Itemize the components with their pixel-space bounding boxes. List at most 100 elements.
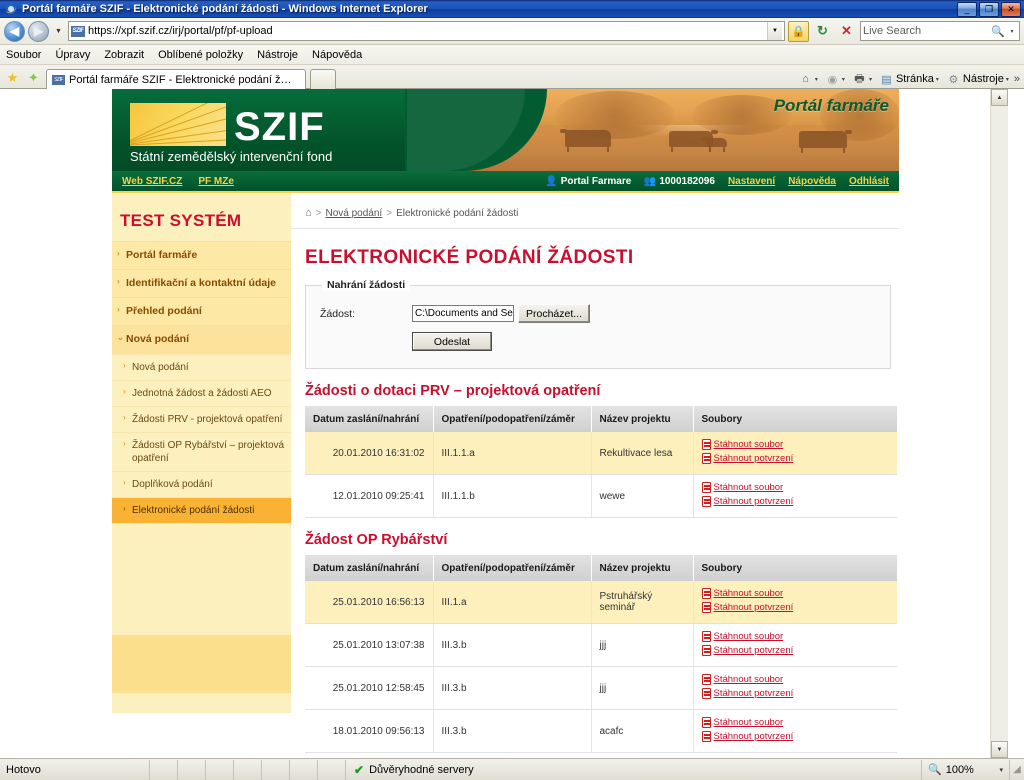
download-confirmation-link-wrap[interactable]: Stáhnout potvrzení	[701, 602, 794, 613]
page-menu-button[interactable]: ▤ Stránka ▾	[877, 72, 941, 86]
menu-item-upravy[interactable]: Úpravy	[55, 49, 90, 61]
download-file-link[interactable]: Stáhnout soubor	[714, 674, 784, 685]
breadcrumb-separator: >	[315, 207, 322, 219]
sidebar-subitem-elektronicke-podani-zadosti[interactable]: › Elektronické podání žádosti	[112, 496, 291, 523]
nav-link-web-szif[interactable]: Web SZIF.CZ	[122, 176, 182, 187]
cell-soubory: Stáhnout soubor Stáhnout potvrzení	[693, 666, 897, 710]
download-file-link-wrap[interactable]: Stáhnout soubor	[701, 439, 784, 450]
tools-menu-button[interactable]: ⚙ Nástroje ▾	[944, 72, 1011, 86]
security-zone[interactable]: ✔ Důvěryhodné servery	[346, 759, 922, 780]
download-confirmation-link[interactable]: Stáhnout potvrzení	[714, 731, 794, 742]
close-button[interactable]: ✕	[1001, 1, 1021, 17]
submit-button[interactable]: Odeslat	[412, 332, 492, 351]
scrollbar-track[interactable]	[991, 106, 1008, 741]
sidebar-subitem-nova-podani[interactable]: › Nová podání	[112, 353, 291, 380]
home-button[interactable]: ⌂ ▾	[796, 72, 820, 86]
resize-grip-icon[interactable]: ◢	[1010, 764, 1024, 775]
feeds-button[interactable]: ◉ ▾	[823, 72, 847, 86]
download-confirmation-link[interactable]: Stáhnout potvrzení	[714, 602, 794, 613]
menu-item-zobrazit[interactable]: Zobrazit	[104, 49, 144, 61]
download-confirmation-link-wrap[interactable]: Stáhnout potvrzení	[701, 496, 794, 507]
menu-item-nastroje[interactable]: Nástroje	[257, 49, 298, 61]
download-file-link[interactable]: Stáhnout soubor	[714, 482, 784, 493]
forward-button[interactable]: ▶	[28, 20, 49, 42]
pdf-icon	[701, 688, 711, 699]
download-confirmation-link-wrap[interactable]: Stáhnout potvrzení	[701, 645, 794, 656]
sidebar-item-portal-farmare[interactable]: › Portál farmáře	[112, 241, 291, 270]
sidebar-item-prehled-podani[interactable]: › Přehled podání	[112, 297, 291, 326]
print-caret-icon[interactable]: ▾	[869, 76, 872, 83]
sidebar-subitem-zadosti-prv[interactable]: › Žádosti PRV - projektová opatření	[112, 405, 291, 432]
address-dropdown-icon[interactable]: ▼	[767, 22, 782, 40]
file-path-input[interactable]: C:\Documents and Settin	[412, 305, 514, 322]
download-file-link-wrap[interactable]: Stáhnout soubor	[701, 717, 784, 728]
download-file-link[interactable]: Stáhnout soubor	[714, 631, 784, 642]
menu-item-oblibene-polozky[interactable]: Oblíbené položky	[158, 49, 243, 61]
print-button[interactable]: 🖶 ▾	[850, 72, 874, 86]
download-file-link[interactable]: Stáhnout soubor	[714, 588, 784, 599]
sidebar-item-identifikacni-udaje[interactable]: › Identifikační a kontaktní údaje	[112, 269, 291, 298]
search-go-icon[interactable]: 🔍	[989, 25, 1007, 38]
back-button[interactable]: ◀	[4, 20, 25, 42]
download-file-link-wrap[interactable]: Stáhnout soubor	[701, 588, 784, 599]
new-tab-button[interactable]	[310, 69, 336, 89]
history-dropdown-icon[interactable]: ▼	[52, 21, 65, 41]
download-confirmation-link-wrap[interactable]: Stáhnout potvrzení	[701, 731, 794, 742]
menu-item-soubor[interactable]: Soubor	[6, 49, 41, 61]
search-provider-caret-icon[interactable]: ▾	[1007, 28, 1017, 35]
download-confirmation-link[interactable]: Stáhnout potvrzení	[714, 453, 794, 464]
feeds-caret-icon[interactable]: ▾	[842, 76, 845, 83]
breadcrumb: ⌂ > Nová podání > Elektronické podání žá…	[291, 193, 899, 229]
add-favorite-icon[interactable]: ★	[4, 68, 21, 88]
download-file-link-wrap[interactable]: Stáhnout soubor	[701, 482, 784, 493]
nav-link-nastaveni[interactable]: Nastavení	[728, 176, 775, 187]
download-file-link-wrap[interactable]: Stáhnout soubor	[701, 674, 784, 685]
download-confirmation-link[interactable]: Stáhnout potvrzení	[714, 645, 794, 656]
page-scrollbar[interactable]: ▲ ▼	[990, 89, 1008, 758]
search-box[interactable]: Live Search 🔍 ▾	[860, 21, 1020, 41]
home-icon: ⌂	[802, 73, 809, 85]
home-icon[interactable]: ⌂	[305, 207, 312, 219]
browser-tab-active[interactable]: SZIF Portál farmáře SZIF - Elektronické …	[46, 69, 306, 89]
nav-link-napoveda[interactable]: Nápověda	[788, 176, 836, 187]
address-input[interactable]: https://xpf.szif.cz/irj/portal/pf/pf-upl…	[88, 25, 764, 37]
column-header-soubory: Soubory	[693, 406, 897, 432]
zoom-control[interactable]: 🔍 100% ▾	[922, 759, 1010, 780]
sidebar-subitem-zadosti-op-rybarstvi[interactable]: › Žádosti OP Rybářství – projektová opat…	[112, 431, 291, 471]
download-file-link-wrap[interactable]: Stáhnout soubor	[701, 631, 784, 642]
menu-item-napoveda[interactable]: Nápověda	[312, 49, 362, 61]
breadcrumb-link-nova-podani[interactable]: Nová podání	[326, 208, 383, 219]
scroll-down-button[interactable]: ▼	[991, 741, 1008, 758]
tools-caret-icon[interactable]: ▾	[1006, 76, 1009, 83]
download-file-link[interactable]: Stáhnout soubor	[714, 439, 784, 450]
overflow-chevron-icon[interactable]: »	[1014, 73, 1020, 85]
menu-bar: Soubor Úpravy Zobrazit Oblíbené položky …	[0, 45, 1024, 65]
download-confirmation-link-wrap[interactable]: Stáhnout potvrzení	[701, 688, 794, 699]
minimize-button[interactable]: _	[957, 1, 977, 17]
download-confirmation-link[interactable]: Stáhnout potvrzení	[714, 688, 794, 699]
table-zadost-op-rybarstvi: Datum zaslání/nahrání Opatření/podopatře…	[305, 555, 897, 753]
sidebar-subitem-doplnkova-podani[interactable]: › Doplňková podání	[112, 470, 291, 497]
sidebar-item-nova-podani[interactable]: ⌄ Nová podání	[112, 325, 291, 354]
search-input[interactable]: Live Search	[863, 25, 989, 37]
download-confirmation-link[interactable]: Stáhnout potvrzení	[714, 496, 794, 507]
nav-link-pf-mze[interactable]: PF MZe	[198, 176, 234, 187]
pdf-icon	[701, 731, 711, 742]
maximize-button[interactable]: ❐	[979, 1, 999, 17]
download-file-link[interactable]: Stáhnout soubor	[714, 717, 784, 728]
refresh-icon[interactable]: ↻	[812, 21, 833, 42]
page-caret-icon[interactable]: ▾	[936, 76, 939, 83]
favorites-bar-icon[interactable]: ✦	[25, 68, 42, 88]
stop-icon[interactable]: ✕	[836, 21, 857, 42]
cell-soubory: Stáhnout soubor Stáhnout potvrzení	[693, 432, 897, 475]
browse-button[interactable]: Procházet...	[518, 304, 590, 323]
sidebar-subitem-jednotna-zadost[interactable]: › Jednotná žádost a žádosti AEO	[112, 379, 291, 406]
cell-datum: 25.01.2010 13:07:38	[305, 623, 434, 667]
lock-icon[interactable]: 🔒	[788, 20, 809, 42]
zoom-caret-icon[interactable]: ▾	[999, 766, 1003, 774]
home-caret-icon[interactable]: ▾	[815, 76, 818, 83]
download-confirmation-link-wrap[interactable]: Stáhnout potvrzení	[701, 453, 794, 464]
address-bar[interactable]: SZIF https://xpf.szif.cz/irj/portal/pf/p…	[68, 21, 785, 41]
nav-link-odhlasit[interactable]: Odhlásit	[849, 176, 889, 187]
scroll-up-button[interactable]: ▲	[991, 89, 1008, 106]
